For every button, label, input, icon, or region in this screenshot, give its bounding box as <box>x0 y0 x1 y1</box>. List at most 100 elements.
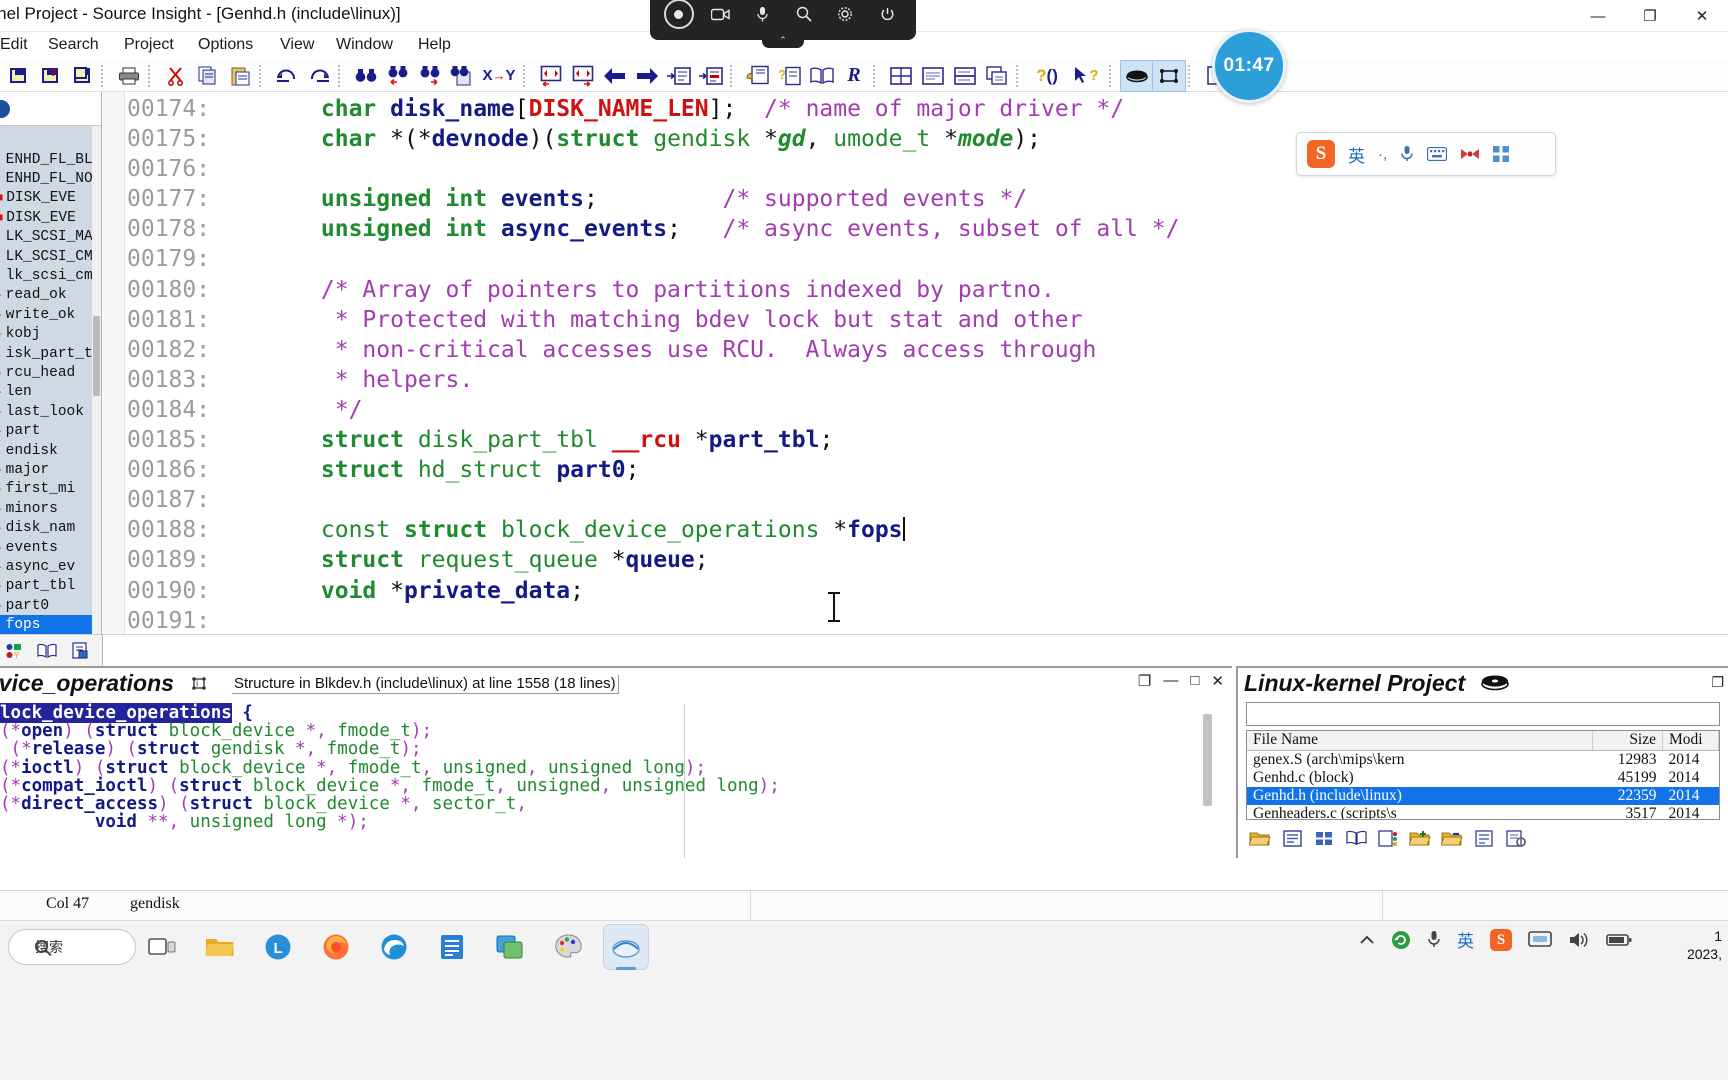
editor-line[interactable]: 00185: struct disk_part_tbl __rcu *part_… <box>127 425 1728 455</box>
maximize-button[interactable]: ❐ <box>1624 0 1676 32</box>
close-button[interactable]: ✕ <box>1676 0 1728 32</box>
redo-button[interactable] <box>303 61 335 91</box>
symbol-grid-icon[interactable] <box>1310 825 1338 851</box>
symbol-list-item[interactable]: ▸LK_SCSI_MA <box>0 228 92 247</box>
symbol-list-item[interactable]: ▸ENHD_FL_NO <box>0 169 92 188</box>
ime-mode-label[interactable]: 英 <box>1348 142 1365 167</box>
column-file-name[interactable]: File Name <box>1247 731 1593 751</box>
find-next-button[interactable] <box>414 61 446 91</box>
project-file-table[interactable]: File Name Size Modi genex.S (arch\mips\k… <box>1246 730 1720 820</box>
symbol-list-item[interactable]: ▸last_look <box>0 402 92 421</box>
microphone-icon[interactable] <box>1427 930 1441 949</box>
editor-line[interactable]: 00181: * Protected with matching bdev lo… <box>127 305 1728 335</box>
symbol-list-item[interactable]: ■DISK_EVE <box>0 189 92 208</box>
capture-toolbar-collapse[interactable]: ⌃ <box>762 36 804 48</box>
ime-english-icon[interactable]: 英 <box>1457 927 1474 952</box>
editor-line[interactable]: 00182: * non-critical accesses use RCU. … <box>127 335 1728 365</box>
symbol-info-button[interactable]: ? <box>1066 61 1106 91</box>
editor-line[interactable]: 00174: char disk_name[DISK_NAME_LEN]; /*… <box>127 94 1728 124</box>
paste-button[interactable] <box>224 61 256 91</box>
folder-remove-icon[interactable] <box>1438 825 1466 851</box>
sogou-icon[interactable]: S <box>1490 928 1512 951</box>
symbol-list-item[interactable]: ▸part_tbl <box>0 577 92 596</box>
task-view-button[interactable] <box>140 925 184 969</box>
editor-line[interactable]: 00177: unsigned int events; /* supported… <box>127 184 1728 214</box>
open-folder-icon[interactable] <box>1246 825 1274 851</box>
volume-icon[interactable] <box>1568 931 1590 949</box>
menu-item-help[interactable]: Help <box>412 34 457 56</box>
screen-capture-toolbar[interactable] <box>650 0 916 40</box>
project-search-input[interactable] <box>1246 702 1720 726</box>
editor-line[interactable]: 00190: void *private_data; <box>127 576 1728 606</box>
screen-cast-icon[interactable] <box>1528 930 1552 949</box>
relation-window-toggle[interactable] <box>1152 59 1186 92</box>
context-code-preview[interactable]: lock_device_operations {(*open) (struct … <box>0 703 1232 858</box>
cut-button[interactable] <box>160 61 192 91</box>
editor-line[interactable]: 00187: <box>127 485 1728 515</box>
ime-punctuation-icon[interactable]: ·, <box>1378 146 1387 163</box>
ime-menu-icon[interactable] <box>1493 146 1510 162</box>
bowtie-icon[interactable] <box>1460 147 1480 161</box>
menu-item-options[interactable]: Options <box>192 34 259 56</box>
record-icon[interactable] <box>663 0 694 29</box>
firefox-button[interactable] <box>314 925 358 969</box>
symbol-window-view-icon[interactable]: Y <box>2 639 28 663</box>
find-previous-button[interactable] <box>382 61 414 91</box>
context-restore-button[interactable]: ❐ <box>1138 672 1151 690</box>
context-maximize-button[interactable]: □ <box>1190 672 1199 690</box>
magnifier-icon[interactable] <box>789 0 819 29</box>
context-help-button[interactable]: ? <box>774 61 806 91</box>
table-row[interactable]: genex.S (arch\mips\kern 12983 2014 <box>1247 750 1719 769</box>
save-button[interactable] <box>2 61 34 91</box>
minimize-button[interactable]: — <box>1572 0 1624 32</box>
jump-to-definition-button[interactable] <box>663 61 695 91</box>
linux-app-button[interactable]: L <box>256 925 300 969</box>
update-icon[interactable] <box>1391 930 1411 950</box>
symbol-list-item[interactable]: ▸len <box>0 383 92 402</box>
symbol-list-item[interactable]: ▸major <box>0 460 92 479</box>
symbol-list-item[interactable]: ▸LK_SCSI_CM <box>0 247 92 266</box>
show-hidden-icons-button[interactable] <box>1359 934 1375 946</box>
tile-windows-button[interactable] <box>885 61 917 91</box>
file-list-icon[interactable] <box>1278 825 1306 851</box>
symbol-properties-icon[interactable] <box>66 639 92 663</box>
replace-button[interactable]: X → Y <box>478 61 520 91</box>
single-window-button[interactable] <box>917 61 949 91</box>
microphone-icon[interactable] <box>1400 145 1414 163</box>
editor-line[interactable]: 00189: struct request_queue *queue; <box>127 545 1728 575</box>
column-size[interactable]: Size <box>1592 731 1663 751</box>
jump-to-prev-match-button[interactable] <box>535 61 567 91</box>
symbol-list-scrollbar[interactable] <box>92 126 101 634</box>
menu-item-search[interactable]: Search <box>42 34 105 56</box>
microphone-icon[interactable] <box>747 0 777 29</box>
sync-dots-icon[interactable] <box>1374 825 1402 851</box>
symbol-list-item[interactable]: ▸write_ok <box>0 305 92 324</box>
context-scroll-thumb[interactable] <box>1203 714 1212 806</box>
context-window-toggle[interactable] <box>1120 59 1154 92</box>
symbol-list-item[interactable]: ▸events <box>0 538 92 557</box>
editor-line[interactable]: 00191: <box>127 606 1728 634</box>
camera-icon[interactable] <box>705 0 735 29</box>
print-button[interactable] <box>113 61 145 91</box>
symbol-list-item[interactable]: ▸part0 <box>0 596 92 615</box>
taskbar-search-box[interactable]: 搜索 <box>8 929 136 965</box>
battery-icon[interactable] <box>1606 933 1632 947</box>
open-book-icon[interactable] <box>1342 825 1370 851</box>
gear-icon[interactable] <box>830 0 860 29</box>
source-insight-button[interactable] <box>603 924 649 970</box>
smart-rename-button[interactable] <box>742 61 774 91</box>
symbol-browse-icon[interactable] <box>34 639 60 663</box>
save-all-button[interactable] <box>66 61 98 91</box>
editor-line[interactable]: 00179: <box>127 244 1728 274</box>
jump-to-caller-button[interactable] <box>695 61 727 91</box>
context-close-button[interactable]: ✕ <box>1211 672 1224 690</box>
symbol-list-item[interactable]: ▸read_ok <box>0 286 92 305</box>
menu-item-project[interactable]: Project <box>118 34 180 56</box>
symbol-list-item[interactable]: ▸isk_part_t <box>0 344 92 363</box>
table-row[interactable]: Genheaders.c (scripts\s 3517 2014 <box>1247 805 1719 820</box>
paint-button[interactable] <box>546 925 590 969</box>
syntax-formatting-button[interactable]: ?() <box>1028 61 1066 91</box>
folder-add-icon[interactable] <box>1406 825 1434 851</box>
symbol-list-item[interactable]: ▸disk_nam <box>0 518 92 537</box>
symbol-list-item[interactable]: ▸minors <box>0 499 92 518</box>
